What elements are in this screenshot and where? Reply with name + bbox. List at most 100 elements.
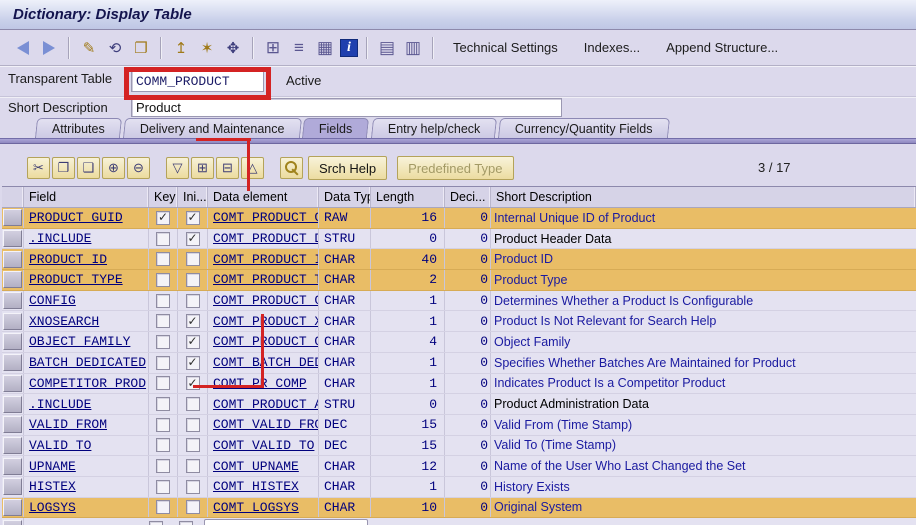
key-checkbox[interactable] xyxy=(156,355,170,370)
key-checkbox[interactable] xyxy=(156,314,170,329)
back-icon[interactable] xyxy=(12,38,34,58)
table-name-input[interactable]: COMM_PRODUCT xyxy=(131,70,264,92)
filter-icon[interactable]: ▽ xyxy=(166,157,189,179)
field-name-link[interactable]: HISTEX xyxy=(29,479,76,494)
row-select-button[interactable] xyxy=(2,414,24,435)
key-checkbox[interactable] xyxy=(156,479,170,494)
initial-value-checkbox[interactable] xyxy=(185,231,200,246)
technical-settings-button[interactable]: Technical Settings xyxy=(453,40,558,55)
initial-value-checkbox[interactable] xyxy=(185,314,200,329)
data-element-link[interactable]: COMT_PRODUCT_DA.. xyxy=(213,231,318,246)
row-select-handle[interactable] xyxy=(3,519,22,525)
data-element-link[interactable]: COMT_PR_COMP xyxy=(213,376,307,391)
field-name-link[interactable]: VALID_TO xyxy=(29,438,91,453)
initial-value-checkbox[interactable] xyxy=(179,521,193,525)
key-icon[interactable] xyxy=(280,157,303,179)
copy-icon[interactable]: ❐ xyxy=(52,157,75,179)
row-select-button[interactable] xyxy=(2,394,24,414)
row-select-handle[interactable] xyxy=(3,292,22,310)
row-select-handle[interactable] xyxy=(3,395,22,413)
new-entries-icon[interactable]: ⊞ xyxy=(191,157,214,179)
key-checkbox[interactable] xyxy=(156,500,170,515)
row-select-handle[interactable] xyxy=(3,416,22,434)
key-checkbox[interactable] xyxy=(156,459,170,474)
initial-value-checkbox[interactable] xyxy=(185,293,200,308)
initial-value-checkbox[interactable] xyxy=(185,459,200,474)
key-checkbox[interactable] xyxy=(156,376,170,391)
column-header-data-type[interactable]: Data Type xyxy=(319,187,371,207)
initial-value-checkbox[interactable] xyxy=(185,355,200,370)
indexes-button[interactable]: Indexes... xyxy=(584,40,640,55)
predefined-type-button[interactable]: Predefined Type xyxy=(397,156,514,180)
srch-help-button[interactable]: Srch Help xyxy=(308,156,388,180)
initial-value-checkbox[interactable] xyxy=(185,438,200,453)
field-name-link[interactable]: PRODUCT_TYPE xyxy=(29,272,123,287)
data-element-link[interactable]: COMT_UPNAME xyxy=(213,459,299,474)
insert-row-icon[interactable]: ⊕ xyxy=(102,157,125,179)
data-element-link[interactable]: COMT_PRODUCT_OB.. xyxy=(213,334,318,349)
runtime-object-icon[interactable]: ▤ xyxy=(376,38,398,58)
column-header-field[interactable]: Field xyxy=(24,187,149,207)
field-name-link[interactable]: PRODUCT_GUID xyxy=(29,210,123,225)
key-checkbox[interactable] xyxy=(156,272,170,287)
sort-icon[interactable]: △ xyxy=(241,157,264,179)
header-select-all[interactable] xyxy=(2,187,24,207)
row-select-button[interactable] xyxy=(2,270,24,290)
initial-value-checkbox[interactable] xyxy=(185,334,200,349)
row-select-handle[interactable] xyxy=(3,230,22,248)
row-select-handle[interactable] xyxy=(3,312,22,330)
data-element-link[interactable]: COMT_VALID_TO xyxy=(213,438,314,453)
delete-entry-icon[interactable]: ⊟ xyxy=(216,157,239,179)
hierarchy-icon[interactable]: ⊞ xyxy=(262,38,284,58)
database-utility-icon[interactable]: ▥ xyxy=(402,38,424,58)
key-checkbox[interactable] xyxy=(156,397,170,412)
initial-value-checkbox[interactable] xyxy=(185,272,200,287)
data-element-link[interactable]: COMT_PRODUCT_XN.. xyxy=(213,314,318,329)
field-name-link[interactable]: PRODUCT_ID xyxy=(29,252,107,267)
row-select-button[interactable] xyxy=(2,476,24,497)
cut-icon[interactable]: ✂ xyxy=(27,157,50,179)
row-select-handle[interactable] xyxy=(3,250,22,268)
column-header-key[interactable]: Key xyxy=(149,187,178,207)
row-select-button[interactable] xyxy=(2,290,24,311)
key-checkbox[interactable] xyxy=(156,231,170,246)
row-select-button[interactable] xyxy=(2,311,24,332)
field-name-link[interactable]: .INCLUDE xyxy=(29,231,91,246)
data-element-link[interactable]: COMT_PRODUCT_CO.. xyxy=(213,293,318,308)
initial-value-checkbox[interactable] xyxy=(185,500,200,515)
key-checkbox[interactable] xyxy=(156,293,170,308)
tab-currency-quantity-fields[interactable]: Currency/Quantity Fields xyxy=(498,118,670,138)
append-structure-button[interactable]: Append Structure... xyxy=(666,40,778,55)
column-header-length[interactable]: Length xyxy=(371,187,445,207)
refresh-icon[interactable]: ⟲ xyxy=(104,38,126,58)
field-name-link[interactable]: .INCLUDE xyxy=(29,397,91,412)
initial-value-checkbox[interactable] xyxy=(185,417,200,432)
row-select-button[interactable] xyxy=(2,497,24,518)
where-used-icon[interactable]: ↥ xyxy=(170,38,192,58)
row-select-button[interactable] xyxy=(2,435,24,456)
field-name-link[interactable]: BATCH_DEDICATED xyxy=(29,355,146,370)
data-element-link[interactable]: COMT_PRODUCT_GU.. xyxy=(213,210,318,225)
paste-icon[interactable]: ❑ xyxy=(77,157,100,179)
row-select-handle[interactable] xyxy=(3,374,22,392)
row-select-handle[interactable] xyxy=(3,209,22,227)
field-name-link[interactable]: LOGSYS xyxy=(29,500,76,515)
short-description-input[interactable]: Product xyxy=(131,98,562,117)
initial-value-checkbox[interactable] xyxy=(185,210,200,225)
row-select-button[interactable] xyxy=(2,518,24,525)
data-element-link[interactable]: COMT_VALID_FROM xyxy=(213,417,318,432)
column-header-deci-[interactable]: Deci... xyxy=(445,187,491,207)
key-checkbox[interactable] xyxy=(156,417,170,432)
key-checkbox[interactable] xyxy=(156,210,170,225)
tab-delivery-and-maintenance[interactable]: Delivery and Maintenance xyxy=(122,118,302,138)
row-select-button[interactable] xyxy=(2,249,24,270)
row-select-button[interactable] xyxy=(2,373,24,394)
field-name-link[interactable]: COMPETITOR_PROD xyxy=(29,376,146,391)
forward-icon[interactable] xyxy=(38,38,60,58)
data-element-link[interactable]: COMT_PRODUCT_ADM xyxy=(213,397,318,412)
field-name-link[interactable]: OBJECT_FAMILY xyxy=(29,334,130,349)
data-element-link[interactable]: COMT_PRODUCT_TY.. xyxy=(213,272,318,287)
row-select-button[interactable] xyxy=(2,352,24,373)
display-change-icon[interactable]: ✎ xyxy=(78,38,100,58)
row-select-handle[interactable] xyxy=(3,354,22,372)
